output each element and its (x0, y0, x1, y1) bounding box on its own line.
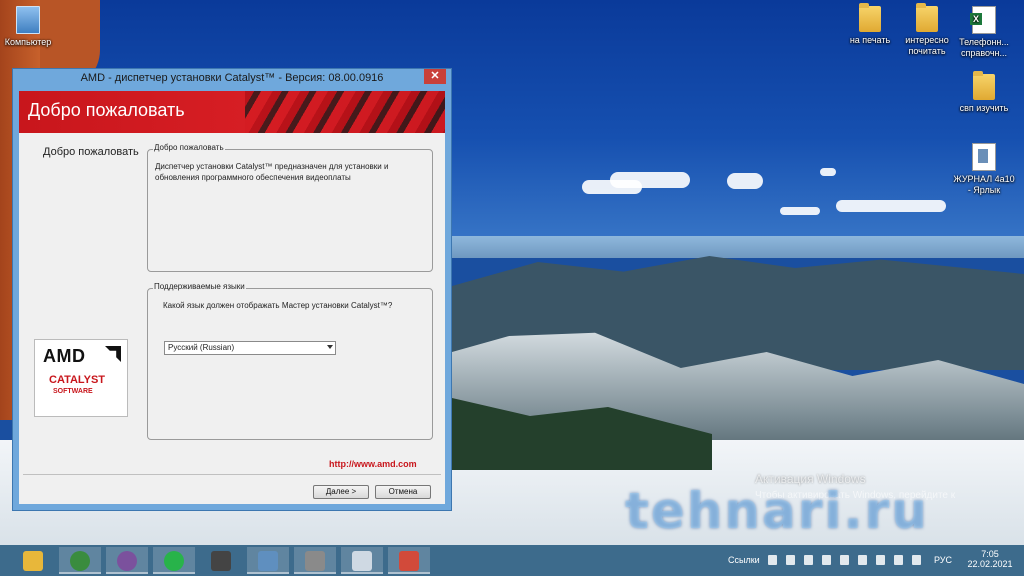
logo-sub: SOFTWARE (53, 388, 93, 395)
cloud (836, 200, 946, 212)
desktop-icon-label: Компьютер (4, 37, 52, 47)
amd-catalyst-logo: AMD CATALYST SOFTWARE (34, 339, 128, 417)
taskbar-chrome[interactable] (59, 547, 101, 574)
desktop-icon-label: ЖУРНАЛ 4а10 - Ярлык (953, 174, 1015, 195)
cloud (780, 207, 820, 215)
computer-icon (16, 6, 40, 34)
welcome-description: Диспетчер установки Catalyst™ предназнач… (155, 162, 389, 182)
tray-app-icon[interactable] (822, 555, 831, 565)
excel-icon (970, 6, 996, 34)
taskbar-installer[interactable] (294, 547, 336, 574)
chrome-icon (70, 551, 90, 571)
taskbar-viber[interactable] (106, 547, 148, 574)
language-question: Какой язык должен отображать Мастер уста… (163, 301, 393, 310)
tray-app-icon[interactable] (876, 555, 885, 565)
cloud (820, 168, 836, 176)
next-button[interactable]: Далее > (313, 485, 369, 499)
cloud (727, 173, 763, 189)
desktop-icon-computer[interactable]: Компьютер (0, 6, 60, 48)
horizon (452, 236, 1024, 258)
tray-app-icon[interactable] (804, 555, 813, 565)
viber-icon (117, 551, 137, 571)
desktop-icon-label: свп изучить (959, 103, 1009, 113)
window-client-area: Добро пожаловать Добро пожаловать AMD CA… (19, 91, 445, 504)
clock-time: 7:05 (981, 549, 999, 559)
desktop-icon-label: интересно почитать (905, 35, 949, 56)
shortcut-icon (972, 143, 996, 171)
control-panel-icon (352, 551, 372, 571)
chevron-down-icon (327, 345, 333, 349)
sidebar-step-welcome: Добро пожаловать (43, 146, 139, 158)
network-signal-icon[interactable] (912, 555, 921, 565)
media-player-icon (211, 551, 231, 571)
close-button[interactable]: ✕ (424, 69, 446, 84)
desktop-icon-phonebook[interactable]: Телефонн... справочн... (952, 6, 1016, 59)
language-select[interactable]: Русский (Russian) (164, 341, 336, 355)
close-icon: ✕ (430, 70, 440, 82)
languages-group: Поддерживаемые языки Какой язык должен о… (147, 282, 433, 440)
folder-icon (973, 71, 995, 100)
taskbar-control-panel[interactable] (341, 547, 383, 574)
site-watermark: tehnari.ru (625, 482, 929, 540)
desktop-icon-reading-folder[interactable]: интересно почитать (895, 3, 959, 57)
amd-website-link[interactable]: http://www.amd.com (329, 459, 417, 469)
taskbar: Ссылки РУС 7:05 22.02.2021 (0, 545, 1024, 576)
tray-app-icon[interactable] (768, 555, 777, 565)
input-language[interactable]: РУС (934, 545, 952, 576)
file-explorer-icon (23, 551, 43, 571)
logo-product: CATALYST (49, 374, 106, 386)
window-title: AMD - диспетчер установки Catalyst™ - Ве… (80, 72, 384, 84)
whatsapp-icon (164, 551, 184, 571)
taskbar-amd-catalyst[interactable] (388, 547, 430, 574)
installer-icon (305, 551, 325, 571)
bluetooth-icon[interactable] (786, 555, 795, 565)
taskbar-media-player[interactable] (200, 547, 242, 574)
tray-app-icon[interactable] (840, 555, 849, 565)
amd-catalyst-icon (399, 551, 419, 571)
banner-stripes (245, 91, 445, 133)
window-titlebar[interactable]: AMD - диспетчер установки Catalyst™ - Ве… (13, 69, 451, 89)
volume-icon[interactable] (894, 555, 903, 565)
network-app-icon (258, 551, 278, 571)
logo-brand: AMD (43, 346, 86, 366)
amd-arrow-icon (105, 346, 121, 362)
desktop-icon-svp-folder[interactable]: свп изучить (952, 71, 1016, 114)
cancel-button[interactable]: Отмена (375, 485, 431, 499)
folder-icon (916, 3, 938, 32)
cloud (610, 172, 690, 188)
taskbar-network-app[interactable] (247, 547, 289, 574)
footer-divider (23, 474, 441, 475)
taskbar-file-explorer[interactable] (12, 547, 54, 574)
welcome-group-legend: Добро пожаловать (153, 143, 225, 152)
header-banner: Добро пожаловать (19, 91, 445, 133)
tray-app-icon[interactable] (858, 555, 867, 565)
desktop-icon-journal-shortcut[interactable]: ЖУРНАЛ 4а10 - Ярлык (952, 143, 1016, 196)
taskbar-whatsapp[interactable] (153, 547, 195, 574)
banner-title: Добро пожаловать (28, 100, 185, 120)
folder-icon (859, 3, 881, 32)
desktop-icon-print-folder[interactable]: на печать (838, 3, 902, 46)
welcome-group: Добро пожаловать Диспетчер установки Cat… (147, 143, 433, 272)
links-toolbar[interactable]: Ссылки (728, 545, 760, 576)
desktop-icon-label: Телефонн... справочн... (959, 37, 1009, 58)
catalyst-installer-window: AMD - диспетчер установки Catalyst™ - Ве… (12, 68, 452, 511)
clock[interactable]: 7:05 22.02.2021 (962, 545, 1018, 576)
desktop-icon-label: на печать (849, 35, 891, 45)
language-select-value: Русский (Russian) (168, 343, 235, 352)
languages-group-legend: Поддерживаемые языки (153, 282, 246, 291)
clock-date: 22.02.2021 (967, 559, 1013, 569)
